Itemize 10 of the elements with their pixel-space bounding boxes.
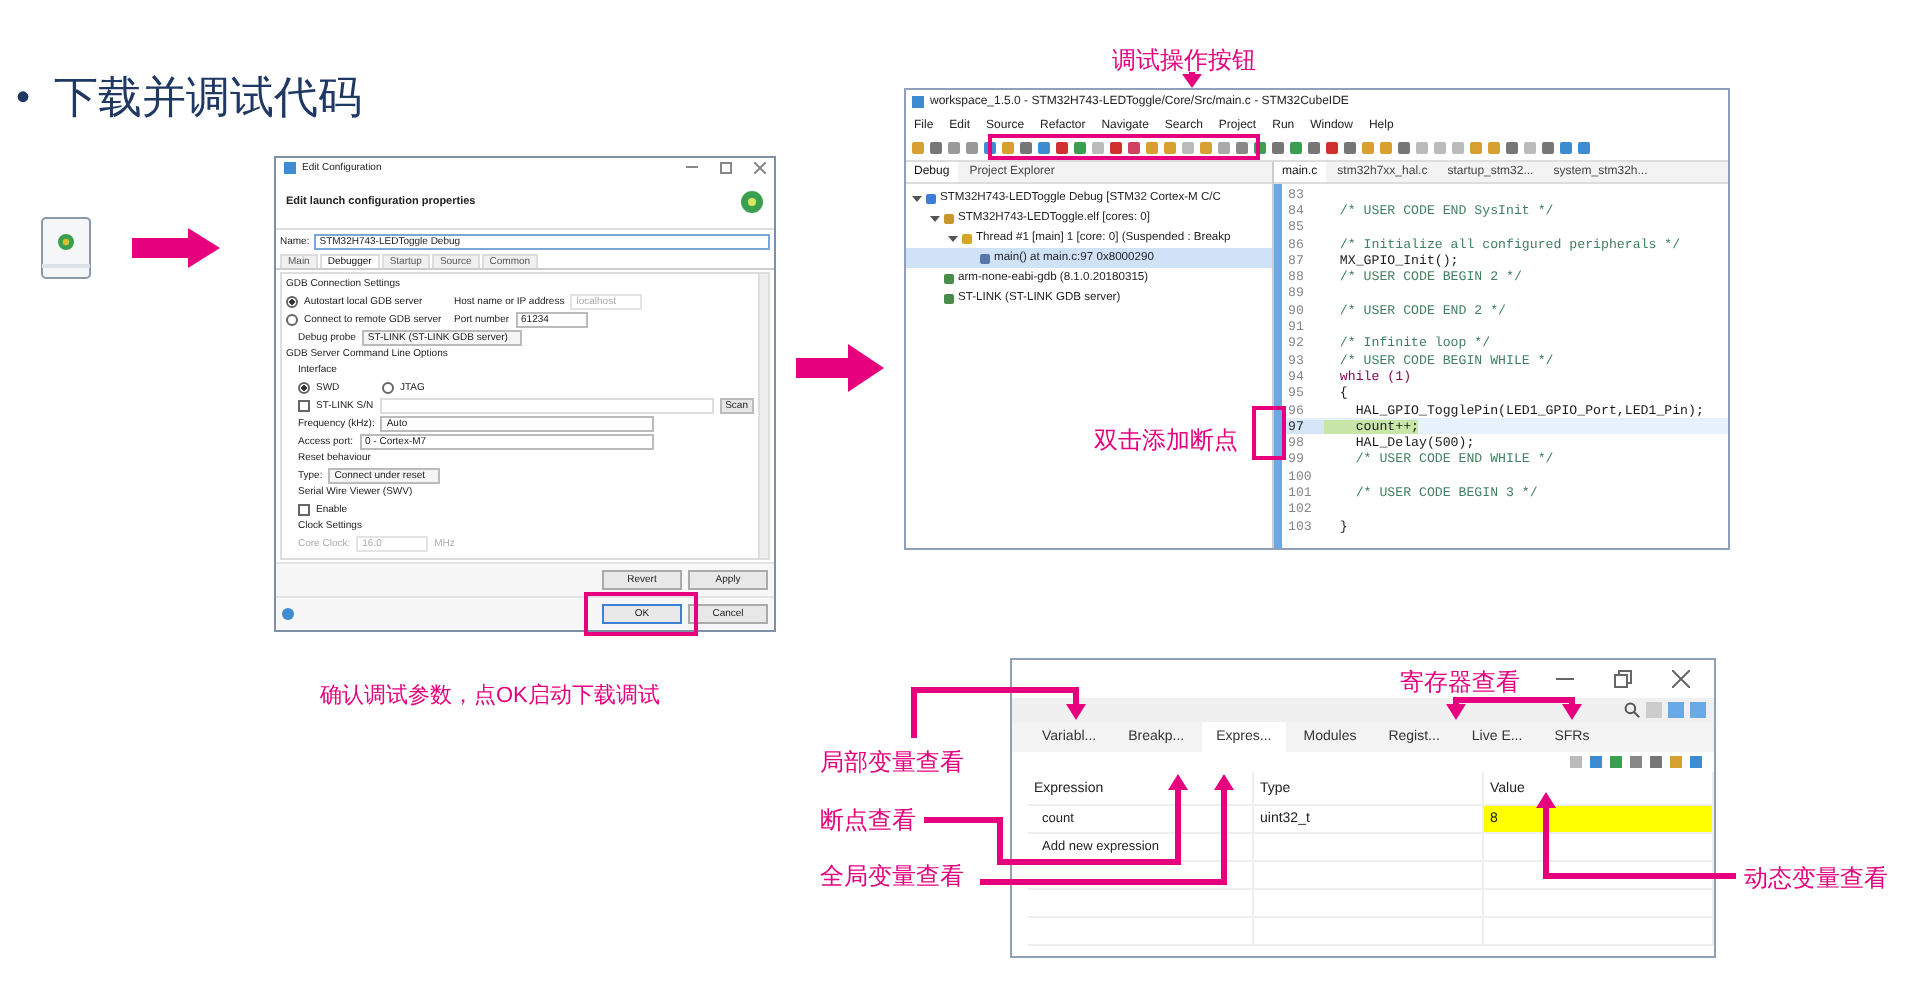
annotation-label: 动态变量查看: [1744, 862, 1888, 896]
annotation-label: 局部变量查看: [820, 746, 964, 780]
caption: 确认调试参数，点OK启动下载调试: [320, 681, 660, 710]
slide-title: 下载并调试代码: [54, 72, 363, 128]
bullet-marker: •: [16, 75, 31, 121]
annotation-label: 寄存器查看: [1400, 666, 1520, 700]
annotation-label: 双击添加断点: [1094, 424, 1238, 458]
annotation-label: 断点查看: [820, 804, 916, 838]
annotation-label: 全局变量查看: [820, 860, 964, 894]
annotation-label: 调试操作按钮: [1112, 44, 1256, 78]
